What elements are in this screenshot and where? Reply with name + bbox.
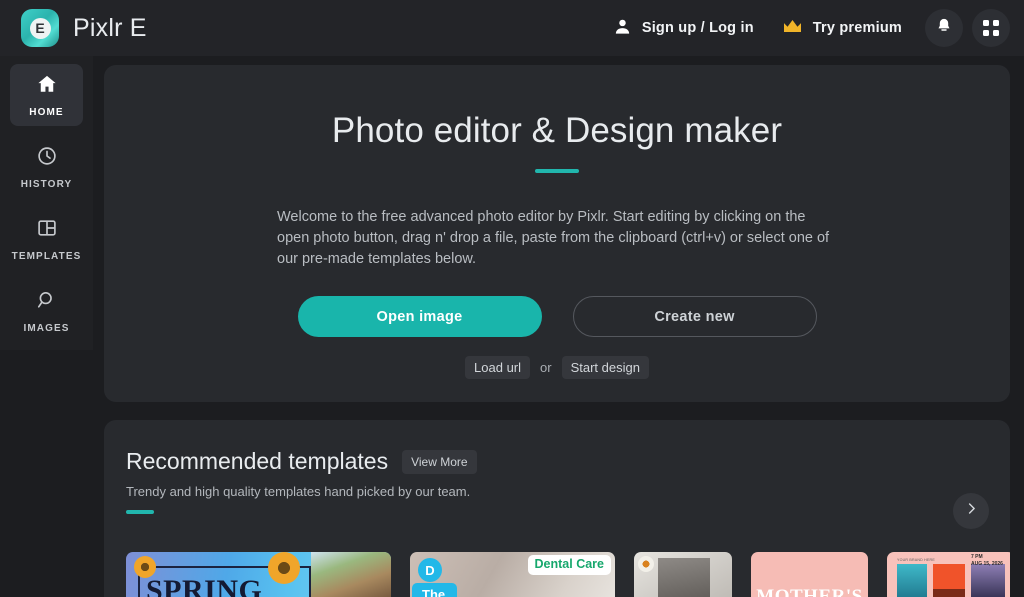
create-new-button[interactable]: Create new bbox=[573, 296, 817, 337]
template-photo bbox=[311, 552, 391, 597]
home-icon bbox=[36, 73, 58, 100]
title-accent-bar bbox=[535, 169, 579, 173]
signup-login-button[interactable]: Sign up / Log in bbox=[599, 9, 768, 48]
sidebar-nav: HOME HISTORY TEMPLATES IMAGES bbox=[0, 56, 93, 350]
hero-actions: Open image Create new bbox=[298, 296, 817, 337]
template-card-spring[interactable]: SPRING bbox=[126, 552, 391, 597]
recommended-templates-panel: Recommended templates View More Trendy a… bbox=[104, 420, 1010, 597]
templates-title: Recommended templates bbox=[126, 448, 388, 475]
chevron-right-icon bbox=[964, 501, 979, 521]
sidebar-item-images-label: IMAGES bbox=[23, 323, 69, 334]
template-card-interior[interactable] bbox=[634, 552, 732, 597]
user-icon bbox=[613, 17, 632, 40]
templates-accent-bar bbox=[126, 510, 154, 514]
search-icon bbox=[36, 289, 58, 316]
sidebar-item-home[interactable]: HOME bbox=[10, 64, 83, 126]
crown-icon bbox=[782, 18, 803, 39]
load-url-button[interactable]: Load url bbox=[465, 356, 530, 379]
poster-thumb bbox=[897, 564, 927, 597]
templates-carousel: SPRING D Dental Care The MOTHER'S YOUR B… bbox=[126, 552, 1010, 597]
sidebar-item-templates[interactable]: TEMPLATES bbox=[10, 208, 83, 270]
template-photo bbox=[658, 558, 710, 597]
hero-description: Welcome to the free advanced photo edito… bbox=[277, 207, 837, 270]
start-design-button[interactable]: Start design bbox=[562, 356, 649, 379]
signup-login-label: Sign up / Log in bbox=[642, 20, 754, 36]
or-separator: or bbox=[540, 360, 552, 375]
brand-logo[interactable]: E Pixlr E bbox=[21, 9, 147, 47]
template-card-dental-title: Dental Care bbox=[528, 555, 611, 575]
sidebar-item-history-label: HISTORY bbox=[21, 179, 73, 190]
template-card-spring-text: SPRING bbox=[146, 574, 262, 597]
template-card-dental[interactable]: D Dental Care The bbox=[410, 552, 615, 597]
event-time: 7 PM bbox=[971, 554, 1003, 561]
sidebar-item-images[interactable]: IMAGES bbox=[10, 280, 83, 342]
poster-thumb bbox=[933, 564, 965, 597]
notifications-button[interactable] bbox=[925, 9, 963, 47]
try-premium-label: Try premium bbox=[813, 20, 902, 36]
sidebar-item-templates-label: TEMPLATES bbox=[12, 251, 82, 262]
page-title: Photo editor & Design maker bbox=[332, 111, 782, 151]
template-card-mothers-day[interactable]: MOTHER'S bbox=[751, 552, 868, 597]
logo-letter: E bbox=[21, 9, 59, 47]
template-card-mothers-day-text: MOTHER'S bbox=[756, 586, 862, 597]
top-bar: E Pixlr E Sign up / Log in Try premium bbox=[0, 0, 1024, 56]
grid-icon bbox=[983, 20, 999, 36]
templates-subtitle: Trendy and high quality templates hand p… bbox=[126, 484, 1010, 499]
template-badge: D bbox=[418, 558, 442, 582]
sidebar-item-home-label: HOME bbox=[29, 107, 63, 118]
templates-header: Recommended templates View More bbox=[126, 448, 1010, 475]
carousel-next-button[interactable] bbox=[953, 493, 989, 529]
clock-icon bbox=[36, 145, 58, 172]
hero-panel: Photo editor & Design maker Welcome to t… bbox=[104, 65, 1010, 402]
poster-thumb bbox=[971, 564, 1005, 597]
top-bar-actions: Sign up / Log in Try premium bbox=[599, 9, 1010, 48]
template-card-event-poster[interactable]: YOUR BRAND HERE 7 PM AUG 15, 2026 bbox=[887, 552, 1010, 597]
hero-secondary-links: Load url or Start design bbox=[465, 356, 649, 379]
layout-icon bbox=[36, 217, 58, 244]
template-card-dental-label: The bbox=[412, 583, 457, 597]
bell-icon bbox=[935, 17, 953, 40]
open-image-button[interactable]: Open image bbox=[298, 296, 542, 337]
template-card-event-caption: YOUR BRAND HERE bbox=[897, 558, 935, 562]
sidebar-item-history[interactable]: HISTORY bbox=[10, 136, 83, 198]
flower-icon bbox=[638, 556, 654, 572]
app-title: Pixlr E bbox=[73, 14, 147, 43]
event-date: AUG 15, 2026 bbox=[971, 561, 1003, 568]
template-card-event-time: 7 PM AUG 15, 2026 bbox=[971, 554, 1003, 568]
try-premium-button[interactable]: Try premium bbox=[768, 10, 916, 47]
sunflower-icon bbox=[268, 552, 300, 584]
apps-grid-button[interactable] bbox=[972, 9, 1010, 47]
view-more-button[interactable]: View More bbox=[402, 450, 476, 474]
pixlr-logo-icon: E bbox=[21, 9, 59, 47]
